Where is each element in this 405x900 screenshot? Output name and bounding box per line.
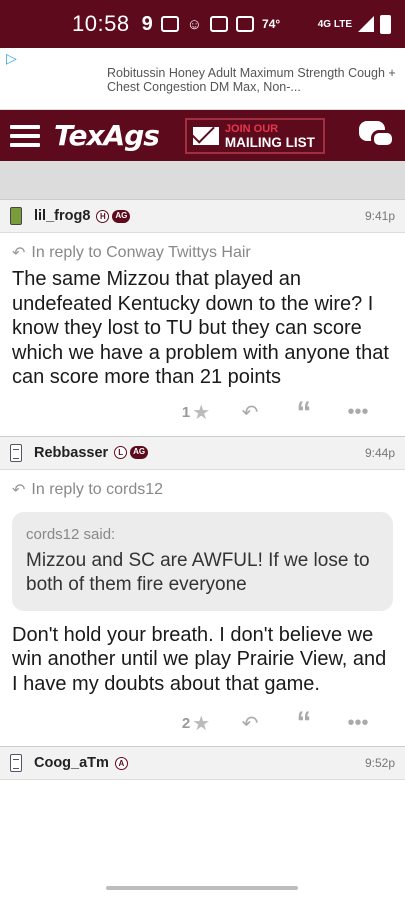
quote-icon: “ <box>296 706 312 739</box>
star-icon: ★ <box>192 402 211 424</box>
quote-button[interactable]: “ <box>277 396 331 430</box>
reply-icon: ↶ <box>241 402 259 424</box>
system-icons: 4G LTE <box>317 14 391 34</box>
username[interactable]: lil_frog8 <box>34 208 90 224</box>
texags-logo[interactable]: TexAgs <box>54 119 160 152</box>
reply-button[interactable]: ↶ <box>223 711 277 736</box>
user-badge: H <box>96 209 110 223</box>
star-icon: ★ <box>192 712 211 735</box>
adchoices-icon[interactable]: ▷ <box>6 50 17 67</box>
post-header: Rebbasser L AG 9:44p <box>0 435 405 470</box>
site-navbar: TexAgs JOIN OUR MAILING LIST <box>0 110 405 161</box>
user-badge: A <box>114 756 128 770</box>
post: Rebbasser L AG 9:44p ↶ In reply to cords… <box>0 435 405 747</box>
quote-text: Mizzou and SC are AWFUL! If we lose to b… <box>26 549 370 595</box>
signal-icon <box>358 16 374 32</box>
mailing-line2: MAILING LIST <box>224 134 315 150</box>
network-type: 4G LTE <box>317 18 352 30</box>
ad-text[interactable]: Robitussin Honey Adult Maximum Strength … <box>107 66 397 94</box>
post: lil_frog8 H AG 9:41p ↶ In reply to Conwa… <box>0 199 405 436</box>
post-time: 9:44p <box>364 445 395 460</box>
app-icon: 9 <box>141 12 153 35</box>
more-button[interactable]: ••• <box>331 712 385 735</box>
clock: 10:58 <box>72 11 130 36</box>
post-actions: 2 ★ ↶ “ ••• <box>0 700 405 746</box>
username[interactable]: Rebbasser <box>34 445 108 461</box>
reply-to-link[interactable]: ↶ In reply to Conway Twittys Hair <box>0 233 405 263</box>
reply-button[interactable]: ↶ <box>223 400 277 425</box>
reply-arrow-icon: ↶ <box>12 481 26 499</box>
gesture-nav-bar[interactable] <box>106 886 298 890</box>
battery-icon <box>380 14 391 34</box>
quote-attribution: cords12 said: <box>26 525 116 543</box>
post-header: lil_frog8 H AG 9:41p <box>0 199 405 233</box>
post-time: 9:41p <box>364 209 395 223</box>
reply-arrow-icon: ↶ <box>12 245 26 262</box>
ad-banner[interactable]: ▷ Robitussin Honey Adult Maximum Strengt… <box>0 48 405 110</box>
post: Coog_aTm A 9:52p <box>0 746 405 780</box>
quote-button[interactable]: “ <box>277 706 331 740</box>
quote-block: cords12 said: Mizzou and SC are AWFUL! I… <box>12 511 393 611</box>
mailing-list-button[interactable]: JOIN OUR MAILING LIST <box>184 117 325 154</box>
desktop-user-icon <box>10 754 22 772</box>
desktop-user-icon <box>10 443 22 462</box>
post-time: 9:52p <box>364 756 395 770</box>
quote-icon: “ <box>296 395 312 429</box>
post-actions: 1 ★ ↶ “ ••• <box>0 390 405 436</box>
reply-to-text: In reply to cords12 <box>31 480 164 498</box>
user-badge: L <box>114 446 128 459</box>
add-person-icon: ☺ <box>186 15 203 33</box>
camera-icon <box>160 16 179 32</box>
post-body: The same Mizzou that played an undefeate… <box>12 268 389 388</box>
mailing-line1: JOIN OUR <box>224 122 279 135</box>
status-bar: 10:58 9 ☺ 74° 4G LTE <box>0 0 405 48</box>
username[interactable]: Coog_aTm <box>34 755 109 771</box>
thread-toolbar <box>0 161 405 199</box>
rating-count: 1 <box>181 404 191 421</box>
mobile-user-icon <box>10 207 22 225</box>
user-badge: AG <box>130 446 149 459</box>
rating-count: 2 <box>181 714 191 732</box>
post-header: Coog_aTm A 9:52p <box>0 746 405 780</box>
temperature: 74° <box>262 17 281 31</box>
image-icon <box>236 16 255 32</box>
envelope-icon <box>192 126 219 145</box>
more-icon: ••• <box>347 401 369 423</box>
user-badge: AG <box>112 209 131 223</box>
reply-to-link[interactable]: ↶ In reply to cords12 <box>0 470 405 500</box>
reply-icon: ↶ <box>241 712 259 735</box>
chat-icon[interactable] <box>359 120 395 151</box>
more-button[interactable]: ••• <box>331 401 385 424</box>
rate-button[interactable]: 1 ★ <box>169 400 223 425</box>
post-body: Don't hold your breath. I don't believe … <box>12 623 387 695</box>
more-icon: ••• <box>347 711 369 734</box>
notification-icons: 9 ☺ 74° <box>142 13 281 36</box>
menu-icon[interactable] <box>10 124 40 147</box>
reply-to-text: In reply to Conway Twittys Hair <box>31 244 251 261</box>
rate-button[interactable]: 2 ★ <box>169 711 223 736</box>
facebook-icon <box>210 16 229 32</box>
